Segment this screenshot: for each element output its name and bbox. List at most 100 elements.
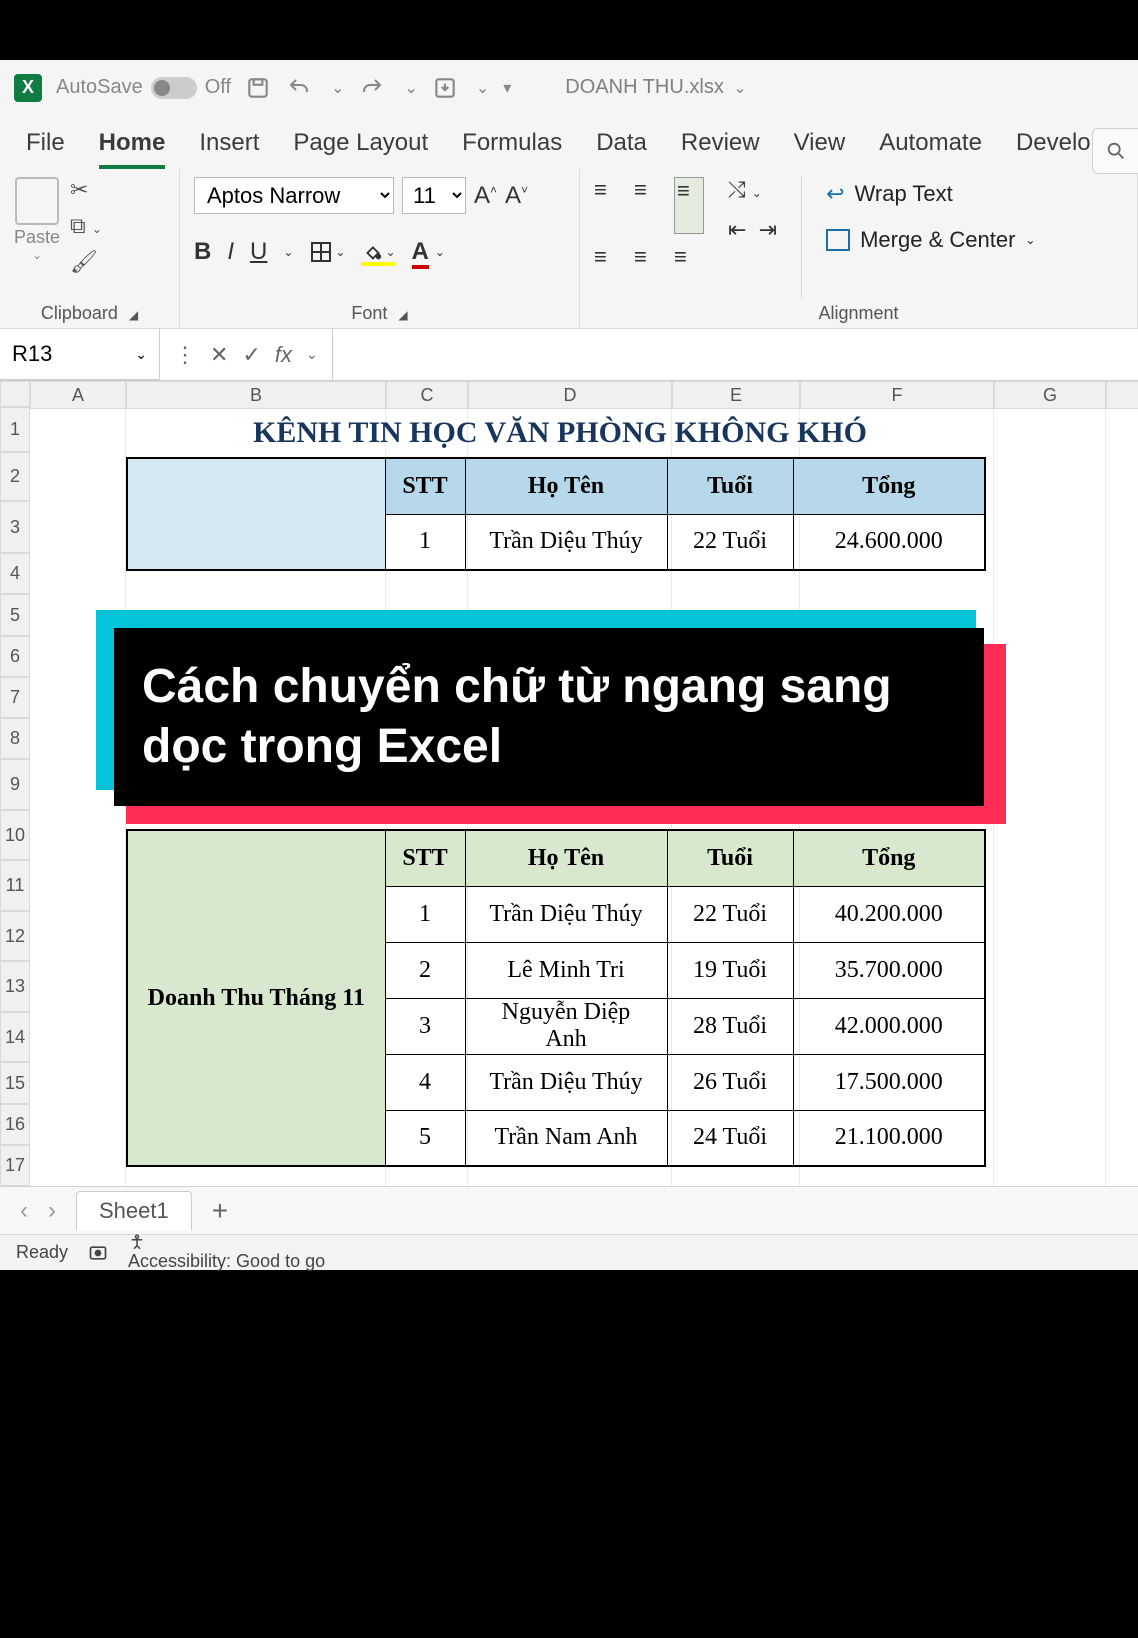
paste-button[interactable]: Paste ⌄ <box>14 177 60 299</box>
underline-button[interactable]: U <box>250 238 267 266</box>
format-painter-icon[interactable]: 🖌 <box>70 249 102 275</box>
font-color-button[interactable]: A⌄ <box>412 238 445 266</box>
row-header[interactable]: 6 <box>0 636 30 677</box>
copy-icon[interactable]: ⧉ ⌄ <box>70 213 102 239</box>
table-2: Doanh Thu Tháng 11 STT Họ Tên Tuổi Tổng … <box>126 829 986 1167</box>
cut-icon[interactable]: ✂ <box>70 177 102 203</box>
tab-home[interactable]: Home <box>99 129 166 169</box>
tab-review[interactable]: Review <box>681 129 760 169</box>
row-header[interactable]: 4 <box>0 553 30 594</box>
filename-chevron-icon: ⌄ <box>733 80 746 97</box>
font-name-select[interactable]: Aptos Narrow <box>194 177 394 214</box>
col-header[interactable]: A <box>30 381 126 409</box>
dialog-launcher-icon[interactable]: ◢ <box>398 308 407 322</box>
chevron-down-icon[interactable]: ⌄ <box>306 346 318 363</box>
row-header[interactable]: 14 <box>0 1012 30 1063</box>
chevron-down-icon: ⌄ <box>32 248 42 262</box>
align-right-icon[interactable]: ≡ <box>674 244 704 299</box>
customize-qat-icon[interactable]: ▾ <box>503 78 511 98</box>
sheet-tab-active[interactable]: Sheet1 <box>76 1191 192 1230</box>
align-center-icon[interactable]: ≡ <box>634 244 664 299</box>
name-box[interactable]: R13 ⌄ <box>0 329 160 380</box>
col-header[interactable]: D <box>468 381 672 409</box>
row-header[interactable]: 12 <box>0 911 30 962</box>
orientation-button[interactable]: ⤭ ⌄ <box>728 177 777 203</box>
undo-more-icon[interactable]: ⌄ <box>331 78 344 98</box>
merge-center-button[interactable]: Merge & Center ⌄ <box>826 227 1035 253</box>
row-header[interactable]: 13 <box>0 961 30 1012</box>
align-top-icon[interactable]: ≡ <box>594 177 624 234</box>
group-clipboard: Paste ⌄ ✂ ⧉ ⌄ 🖌 Clipboard ◢ <box>0 169 180 328</box>
fill-color-button[interactable]: ⌄ <box>361 241 395 263</box>
redo-more-icon[interactable]: ⌄ <box>404 78 417 98</box>
row-header[interactable]: 3 <box>0 501 30 553</box>
download-more-icon[interactable]: ⌄ <box>476 78 489 98</box>
col-header[interactable]: G <box>994 381 1106 409</box>
decrease-font-icon[interactable]: A˅ <box>505 182 528 210</box>
row-header[interactable]: 16 <box>0 1104 30 1145</box>
macro-record-icon[interactable] <box>88 1243 108 1263</box>
more-icon[interactable]: ⋮ <box>174 342 196 368</box>
align-middle-icon[interactable]: ≡ <box>634 177 664 234</box>
row-header[interactable]: 7 <box>0 677 30 718</box>
row-header[interactable]: 10 <box>0 810 30 861</box>
formula-input[interactable] <box>333 329 1138 380</box>
increase-indent-icon[interactable]: ⇥ <box>759 217 777 242</box>
sheet-next-icon[interactable]: › <box>48 1197 56 1225</box>
tab-insert[interactable]: Insert <box>199 129 259 169</box>
col-header[interactable]: C <box>386 381 468 409</box>
wrap-text-button[interactable]: ↩ Wrap Text <box>826 181 1035 207</box>
row-header[interactable]: 15 <box>0 1062 30 1103</box>
select-all-corner[interactable] <box>0 381 30 407</box>
tab-page-layout[interactable]: Page Layout <box>293 129 428 169</box>
row-header[interactable]: 2 <box>0 452 30 501</box>
tab-automate[interactable]: Automate <box>879 129 982 169</box>
search-button[interactable] <box>1092 128 1138 174</box>
row-header[interactable]: 11 <box>0 860 30 911</box>
redo-icon[interactable] <box>358 76 386 100</box>
fx-icon[interactable]: fx <box>275 342 292 368</box>
align-bottom-icon[interactable]: ≡ <box>674 177 704 234</box>
row-header[interactable]: 8 <box>0 718 30 759</box>
save-icon[interactable] <box>245 75 271 101</box>
row-header[interactable]: 1 <box>0 407 30 452</box>
row-header[interactable]: 9 <box>0 759 30 810</box>
tab-view[interactable]: View <box>794 129 846 169</box>
align-left-icon[interactable]: ≡ <box>594 244 624 299</box>
col-header[interactable]: F <box>800 381 994 409</box>
wrap-text-icon: ↩ <box>826 181 844 207</box>
accessibility-status[interactable]: Accessibility: Good to go <box>128 1233 325 1272</box>
table2-side: Doanh Thu Tháng 11 <box>127 830 385 1166</box>
col-header[interactable]: E <box>672 381 800 409</box>
underline-more-icon[interactable]: ⌄ <box>283 245 293 259</box>
add-sheet-button[interactable]: + <box>212 1195 228 1227</box>
enter-icon[interactable]: ✓ <box>242 342 260 368</box>
dialog-launcher-icon[interactable]: ◢ <box>129 308 138 322</box>
group-alignment-label: Alignment <box>594 299 1123 324</box>
formula-bar-row: R13 ⌄ ⋮ ✕ ✓ fx ⌄ <box>0 329 1138 381</box>
clipboard-icon <box>15 177 59 225</box>
decrease-indent-icon[interactable]: ⇤ <box>728 217 746 242</box>
filename[interactable]: DOANH THU.xlsx ⌄ <box>565 76 747 99</box>
tab-data[interactable]: Data <box>596 129 647 169</box>
cancel-icon[interactable]: ✕ <box>210 342 228 368</box>
tab-developer[interactable]: Develo <box>1016 129 1091 169</box>
table2-h-name: Họ Tên <box>465 830 667 886</box>
tab-formulas[interactable]: Formulas <box>462 129 562 169</box>
increase-font-icon[interactable]: A˄ <box>474 182 497 210</box>
italic-button[interactable]: I <box>227 238 234 266</box>
sheet-prev-icon[interactable]: ‹ <box>20 1197 28 1225</box>
table1-h-stt: STT <box>385 458 465 514</box>
row-header[interactable]: 5 <box>0 594 30 635</box>
borders-button[interactable]: ⌄ <box>309 240 345 264</box>
autosave-toggle[interactable]: AutoSave Off <box>56 76 231 99</box>
caption-text: Cách chuyển chữ từ ngang sang dọc trong … <box>114 628 984 806</box>
row-header[interactable]: 17 <box>0 1145 30 1186</box>
download-icon[interactable] <box>432 75 458 101</box>
col-header[interactable]: B <box>126 381 386 409</box>
tab-file[interactable]: File <box>26 129 65 169</box>
undo-icon[interactable] <box>285 76 313 100</box>
col-header[interactable]: H <box>1106 381 1138 409</box>
bold-button[interactable]: B <box>194 238 211 266</box>
font-size-select[interactable]: 11 <box>402 177 466 214</box>
